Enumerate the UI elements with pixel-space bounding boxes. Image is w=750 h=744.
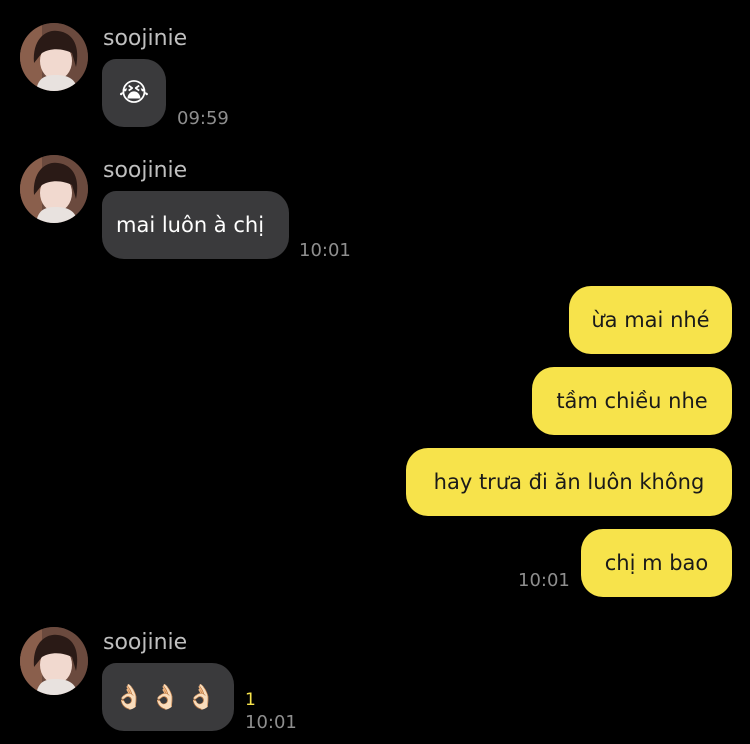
message-bubble[interactable]: 👌🏻👌🏻👌🏻 xyxy=(102,663,234,731)
message-text: mai luôn à chị xyxy=(116,213,265,237)
message-text: 😭 xyxy=(118,78,150,108)
message-bubble[interactable]: chị m bao xyxy=(581,529,732,597)
profile-photo-icon xyxy=(20,155,88,223)
message-text: tầm chiều nhe xyxy=(556,389,708,413)
message-bubble[interactable]: hay trưa đi ăn luôn không xyxy=(406,448,732,516)
message-text: 👌🏻👌🏻👌🏻 xyxy=(114,683,222,711)
sender-avatar[interactable] xyxy=(20,627,88,695)
profile-photo-icon xyxy=(20,627,88,695)
message-timestamp: 10:01 xyxy=(518,570,570,591)
message-bubble[interactable]: 😭 xyxy=(102,59,166,127)
message-bubble[interactable]: mai luôn à chị xyxy=(102,191,289,259)
sender-name: soojinie xyxy=(103,26,188,51)
message-text: chị m bao xyxy=(604,551,709,575)
message-text: ừa mai nhé xyxy=(591,308,710,332)
message-bubble[interactable]: ừa mai nhé xyxy=(569,286,732,354)
message-text: hay trưa đi ăn luôn không xyxy=(433,470,705,494)
unread-count: 1 xyxy=(245,690,256,710)
message-timestamp: 10:01 xyxy=(299,240,351,261)
sender-avatar[interactable] xyxy=(20,155,88,223)
sender-name: soojinie xyxy=(103,158,188,183)
message-timestamp: 09:59 xyxy=(177,108,229,129)
sender-name: soojinie xyxy=(103,630,188,655)
message-timestamp: 10:01 xyxy=(245,712,297,733)
profile-photo-icon xyxy=(20,23,88,91)
message-bubble[interactable]: tầm chiều nhe xyxy=(532,367,732,435)
sender-avatar[interactable] xyxy=(20,23,88,91)
